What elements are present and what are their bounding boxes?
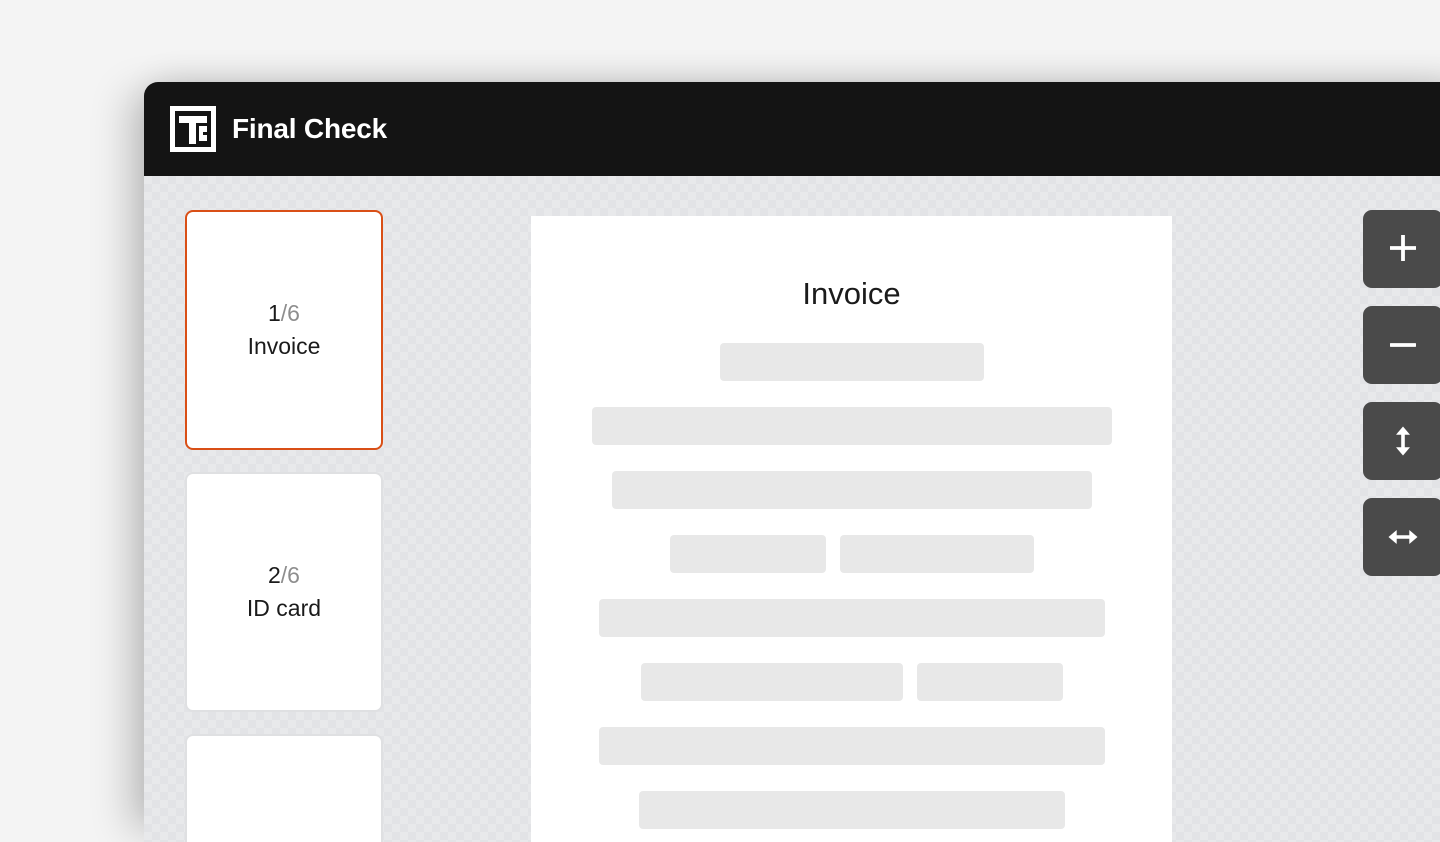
skeleton-row — [531, 663, 1172, 701]
skeleton-bar — [599, 599, 1105, 637]
app-window: Final Check 1/6 Invoice 2/6 ID card Invoice — [144, 82, 1440, 842]
skeleton-row — [531, 599, 1172, 637]
skeleton-bar — [670, 535, 826, 573]
thumbnail-label: Invoice — [248, 332, 321, 361]
thumbnail-label: ID card — [247, 594, 321, 623]
skeleton-row — [531, 535, 1172, 573]
workspace: 1/6 Invoice 2/6 ID card Invoice — [144, 176, 1440, 842]
zoom-toolbar[interactable] — [1363, 210, 1440, 576]
skeleton-bar — [612, 471, 1092, 509]
document-page: Invoice — [531, 216, 1172, 842]
zoom-in-button[interactable] — [1363, 210, 1440, 288]
app-title: Final Check — [232, 115, 387, 143]
skeleton-row — [531, 407, 1172, 445]
thumbnail-page-total: /6 — [281, 562, 300, 588]
zoom-out-button[interactable] — [1363, 306, 1440, 384]
skeleton-row — [531, 791, 1172, 829]
title-bar: Final Check — [144, 82, 1440, 176]
thumbnail-page-index: 1 — [268, 300, 281, 326]
thumbnail-card[interactable]: 2/6 ID card — [185, 472, 383, 712]
skeleton-row — [531, 727, 1172, 765]
skeleton-bar — [917, 663, 1063, 701]
thumbnail-page-counter: 1/6 — [268, 299, 300, 328]
tf-monogram-logo-icon — [170, 106, 216, 152]
skeleton-row — [531, 343, 1172, 381]
plus-icon — [1386, 232, 1420, 266]
skeleton-bar — [592, 407, 1112, 445]
minus-icon — [1386, 328, 1420, 362]
thumbnail-page-index: 2 — [268, 562, 281, 588]
skeleton-bar — [639, 791, 1065, 829]
skeleton-bar — [840, 535, 1034, 573]
document-heading: Invoice — [531, 278, 1172, 309]
arrows-vertical-icon — [1386, 424, 1420, 458]
skeleton-bar — [720, 343, 984, 381]
skeleton-row — [531, 471, 1172, 509]
fit-width-button[interactable] — [1363, 498, 1440, 576]
fit-height-button[interactable] — [1363, 402, 1440, 480]
arrows-horizontal-icon — [1386, 520, 1420, 554]
thumbnail-page-total: /6 — [281, 300, 300, 326]
thumbnail-card[interactable]: 1/6 Invoice — [185, 210, 383, 450]
document-skeleton — [531, 343, 1172, 829]
skeleton-bar — [641, 663, 903, 701]
skeleton-bar — [599, 727, 1105, 765]
thumbnail-card[interactable] — [185, 734, 383, 842]
thumbnail-page-counter: 2/6 — [268, 561, 300, 590]
thumbnail-rail[interactable]: 1/6 Invoice 2/6 ID card — [185, 210, 385, 842]
